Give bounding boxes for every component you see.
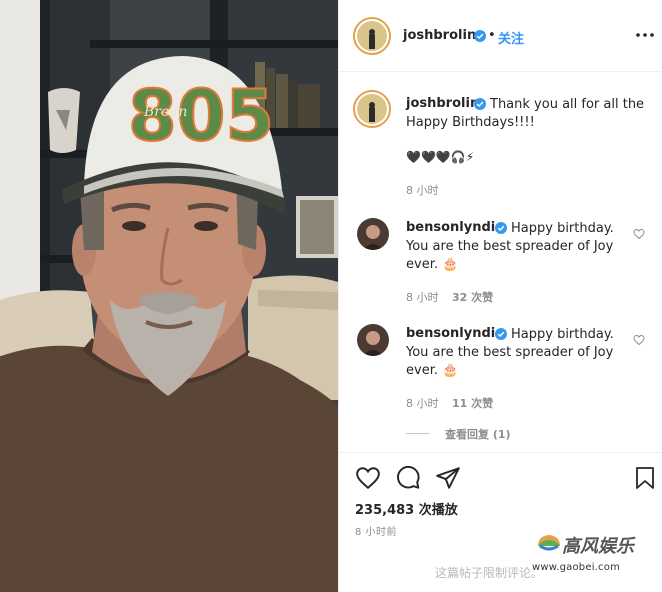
comment-time[interactable]: 8 小时	[406, 289, 439, 305]
video-frame: 805 Brolin	[0, 0, 338, 592]
avatar-image	[357, 324, 389, 356]
comment-likes[interactable]: 11 次赞	[452, 395, 493, 411]
author-avatar[interactable]	[353, 17, 391, 55]
view-replies-button[interactable]: 查看回复 (1)	[445, 426, 511, 442]
replies-divider	[406, 433, 430, 434]
heart-icon[interactable]	[633, 228, 645, 240]
avatar-image	[357, 218, 389, 250]
verified-icon	[474, 30, 486, 42]
verified-icon	[495, 328, 507, 340]
comment-line-3: ever. 🎂	[406, 257, 459, 272]
avatar-image	[357, 21, 387, 51]
caption-username[interactable]: joshbrolin	[406, 96, 479, 111]
comment-line-1: Happy birthday.	[511, 327, 614, 342]
header-username[interactable]: joshbrolin	[403, 28, 476, 43]
caption-line-1: Thank you all for all the	[490, 97, 645, 112]
post-header: joshbrolin • 关注	[339, 0, 662, 72]
comment-line-2: You are the best spreader of Joy	[406, 345, 614, 360]
post-sidebar: joshbrolin • 关注 joshbrolin Thank you all…	[338, 0, 662, 592]
watermark-logo-icon	[538, 535, 560, 551]
cap-logo-script: Brolin	[143, 104, 187, 120]
comment-likes[interactable]: 32 次赞	[452, 289, 493, 305]
share-icon[interactable]	[435, 465, 461, 491]
comment-time[interactable]: 8 小时	[406, 395, 439, 411]
watermark-url: www.gaobei.com	[532, 562, 621, 573]
avatar-image	[357, 94, 387, 124]
comment-avatar[interactable]	[357, 324, 389, 356]
post-time[interactable]: 8 小时前	[355, 523, 397, 538]
comment-username[interactable]: bensonlyndie	[406, 326, 504, 341]
comment-line-3: ever. 🎂	[406, 363, 459, 378]
comment-username[interactable]: bensonlyndie	[406, 220, 504, 235]
caption-emoji: 🖤🖤🖤🎧⚡	[406, 150, 475, 164]
site-watermark: 高风娱乐 www.gaobei.com	[530, 528, 656, 580]
heart-icon[interactable]	[355, 465, 381, 491]
post-video[interactable]: 805 Brolin	[0, 0, 338, 592]
comment-line-2: You are the best spreader of Joy	[406, 239, 614, 254]
header-separator: •	[488, 28, 496, 43]
caption-line-2: Happy Birthdays!!!!	[406, 115, 535, 130]
more-icon[interactable]	[635, 28, 655, 42]
bookmark-icon[interactable]	[633, 465, 657, 491]
comment-avatar[interactable]	[357, 218, 389, 250]
caption-time[interactable]: 8 小时	[406, 182, 439, 198]
comments-disabled-note: 这篇帖子限制评论。	[435, 566, 544, 580]
heart-icon[interactable]	[633, 334, 645, 346]
watermark-title: 高风娱乐	[562, 536, 634, 557]
comment-icon[interactable]	[395, 465, 421, 491]
follow-button[interactable]: 关注	[498, 28, 524, 47]
comment-line-1: Happy birthday.	[511, 221, 614, 236]
verified-icon	[474, 98, 486, 110]
caption-avatar[interactable]	[353, 90, 391, 128]
view-count[interactable]: 235,483 次播放	[355, 499, 458, 518]
verified-icon	[495, 222, 507, 234]
